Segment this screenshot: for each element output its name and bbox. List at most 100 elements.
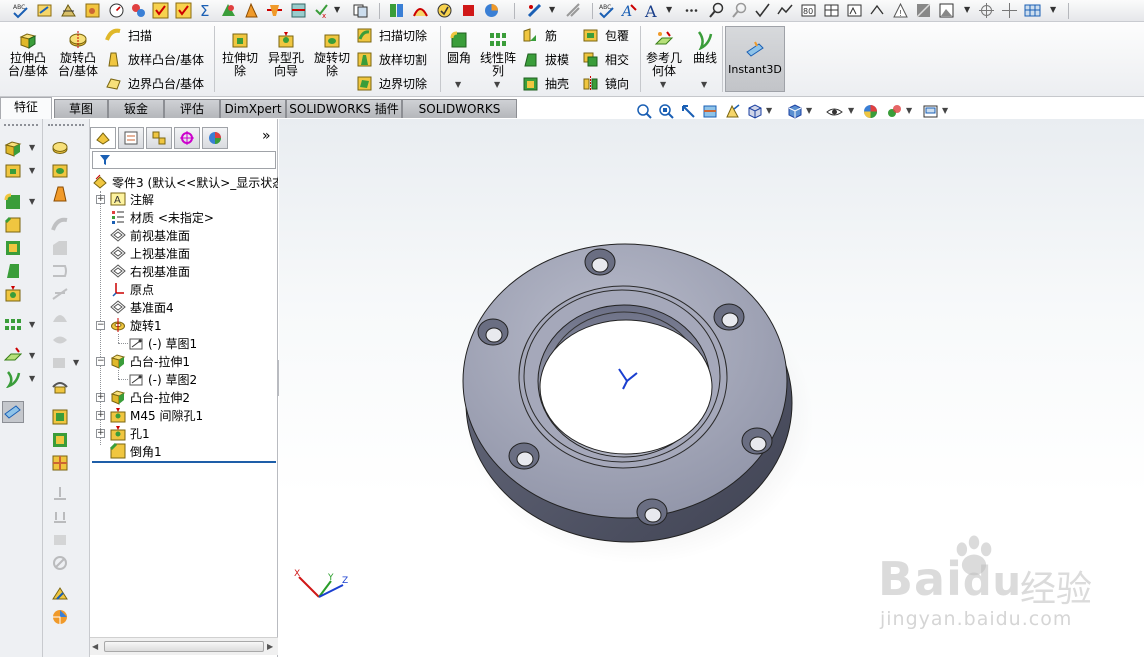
toolbar-grip[interactable] xyxy=(48,124,84,128)
tree-root-part[interactable]: 零件3 (默认<<默认>_显示状态 xyxy=(92,173,278,191)
fillet-icon[interactable] xyxy=(4,193,22,211)
tab-sheet-metal[interactable]: 钣金 xyxy=(108,99,164,118)
revolve-boss-button[interactable]: 旋转凸 台/基体 xyxy=(56,30,100,78)
toolbar-grip[interactable] xyxy=(4,124,38,128)
curvature-2-icon[interactable] xyxy=(526,2,543,19)
dropdown-arrow-icon[interactable]: ▼ xyxy=(29,351,35,360)
property-manager-tab[interactable] xyxy=(118,127,144,149)
check-2-icon[interactable] xyxy=(175,2,192,19)
tree-item-origin[interactable]: 原点 xyxy=(110,280,154,298)
format-painter-icon[interactable]: A xyxy=(621,2,638,19)
instant3d-button[interactable]: Instant3D xyxy=(725,26,785,92)
mass-properties-icon[interactable] xyxy=(60,2,77,19)
dropdown-arrow-icon[interactable]: ▼ xyxy=(766,106,772,115)
dropdown-arrow-icon[interactable]: ▼ xyxy=(964,5,970,14)
draft-analysis-icon[interactable] xyxy=(243,2,260,19)
dropdown-arrow-icon[interactable]: ▼ xyxy=(806,106,812,115)
more-icon[interactable] xyxy=(683,2,700,19)
dropdown-arrow-icon[interactable]: ▼ xyxy=(942,106,948,115)
indent-icon[interactable] xyxy=(51,431,69,449)
deform-disabled-icon[interactable] xyxy=(51,331,69,349)
fillet-dropdown-icon[interactable]: ▼ xyxy=(455,80,461,89)
dropdown-arrow-icon[interactable]: ▼ xyxy=(29,143,35,152)
find-icon[interactable] xyxy=(708,2,725,19)
expand-panel-button[interactable]: » xyxy=(262,128,271,144)
scroll-left-arrow-icon[interactable]: ◀ xyxy=(92,642,98,651)
tree-item-material[interactable]: 材质 <未指定> xyxy=(110,208,214,226)
wrap-button[interactable]: 包覆 xyxy=(582,26,629,44)
view-settings-icon[interactable] xyxy=(922,103,939,120)
extrude-cut-button[interactable]: 拉伸切 除 xyxy=(218,30,262,78)
tree-item-boss-extrude2[interactable]: 凸台-拉伸2 xyxy=(110,388,190,406)
linear-pattern-button[interactable]: 线性阵 列 xyxy=(478,30,518,78)
loft-cut-button[interactable]: 放样切割 xyxy=(356,50,427,68)
extrude-boss-icon[interactable] xyxy=(4,139,22,157)
expand-toggle[interactable]: + xyxy=(96,195,105,204)
zoom-select-icon[interactable] xyxy=(731,2,748,19)
warning-icon[interactable]: ! xyxy=(892,2,909,19)
datum-icon[interactable]: 80 xyxy=(800,2,817,19)
combine-icon[interactable] xyxy=(51,377,69,395)
tree-item-chamfer1[interactable]: 倒角1 xyxy=(110,442,162,460)
tree-item-sketch2[interactable]: (-) 草图2 xyxy=(128,370,197,388)
spell-check-2-icon[interactable]: ABC xyxy=(598,2,615,19)
expand-toggle[interactable]: + xyxy=(96,411,105,420)
tab-solidworks-mbd[interactable]: SOLIDWORKS MBD xyxy=(402,99,517,134)
hole-wizard-icon[interactable] xyxy=(4,285,22,303)
tree-item-revolve1[interactable]: 旋转1 xyxy=(110,316,162,334)
split-icon[interactable] xyxy=(51,454,69,472)
delete-face-disabled-icon[interactable] xyxy=(51,508,69,526)
interference-icon[interactable] xyxy=(220,2,237,19)
loft-boss-button[interactable]: 放样凸台/基体 xyxy=(105,50,204,68)
dropdown-arrow-icon[interactable]: ▼ xyxy=(906,106,912,115)
view-orientation-icon[interactable] xyxy=(746,103,763,120)
statistics-icon[interactable] xyxy=(130,2,147,19)
crosshair-icon[interactable] xyxy=(978,2,995,19)
tree-horizontal-scrollbar[interactable]: ◀ ▶ xyxy=(90,637,278,655)
extrude-cut-icon[interactable] xyxy=(4,162,22,180)
dropdown-arrow-icon[interactable]: ▼ xyxy=(73,358,79,367)
measure-icon[interactable] xyxy=(36,2,53,19)
flex-disabled-icon[interactable] xyxy=(51,354,69,372)
intersect-icon[interactable] xyxy=(51,585,69,603)
scrollbar-thumb[interactable] xyxy=(104,641,264,652)
collapse-toggle[interactable]: − xyxy=(96,357,105,366)
zoom-to-area-icon[interactable] xyxy=(658,103,675,120)
sweep-cut-button[interactable]: 扫描切除 xyxy=(356,26,427,44)
tab-sketch[interactable]: 草图 xyxy=(54,99,108,118)
freeform-disabled-icon[interactable] xyxy=(51,554,69,572)
section-view-icon[interactable] xyxy=(51,608,69,626)
dropdown-arrow-icon[interactable]: ▼ xyxy=(29,166,35,175)
dropdown-arrow-icon[interactable]: ▼ xyxy=(1050,5,1056,14)
previous-view-icon[interactable] xyxy=(680,103,697,120)
pattern-dropdown-icon[interactable]: ▼ xyxy=(494,80,500,89)
compare-icon[interactable] xyxy=(352,2,369,19)
undercut-icon[interactable] xyxy=(266,2,283,19)
sum-icon[interactable]: Σ xyxy=(198,2,215,19)
display-manager-tab[interactable] xyxy=(202,127,228,149)
dropdown-arrow-icon[interactable]: ▼ xyxy=(29,197,35,206)
wrap-disabled-icon[interactable] xyxy=(51,262,69,280)
fillet-button[interactable]: 圆角 xyxy=(444,30,474,65)
zebra-icon[interactable] xyxy=(565,2,582,19)
scroll-right-arrow-icon[interactable]: ▶ xyxy=(267,642,273,651)
rib-button[interactable]: 筋 xyxy=(522,26,557,44)
curves-icon[interactable] xyxy=(4,370,22,388)
tree-item-annotations[interactable]: A 注解 xyxy=(110,190,154,208)
revolve-cut-button[interactable]: 旋转切 除 xyxy=(310,30,354,78)
symmetry-check-icon[interactable]: x xyxy=(313,2,330,19)
view-triad[interactable]: X Y Z xyxy=(294,569,348,598)
image-icon[interactable] xyxy=(938,2,955,19)
shell-button[interactable]: 抽壳 xyxy=(522,74,569,92)
check-mark-icon[interactable] xyxy=(754,2,771,19)
refgeom-dropdown-icon[interactable]: ▼ xyxy=(660,80,666,89)
color-icon[interactable] xyxy=(483,2,500,19)
display-style-icon[interactable] xyxy=(786,103,803,120)
hole-wizard-button[interactable]: 异型孔 向导 xyxy=(264,30,308,78)
dropdown-arrow-icon[interactable]: ▼ xyxy=(29,374,35,383)
curvature-icon[interactable] xyxy=(412,2,429,19)
sweep-disabled-icon[interactable] xyxy=(51,216,69,234)
spline-icon[interactable] xyxy=(777,2,794,19)
deviation-icon[interactable] xyxy=(436,2,453,19)
dimxpert-manager-tab[interactable] xyxy=(174,127,200,149)
